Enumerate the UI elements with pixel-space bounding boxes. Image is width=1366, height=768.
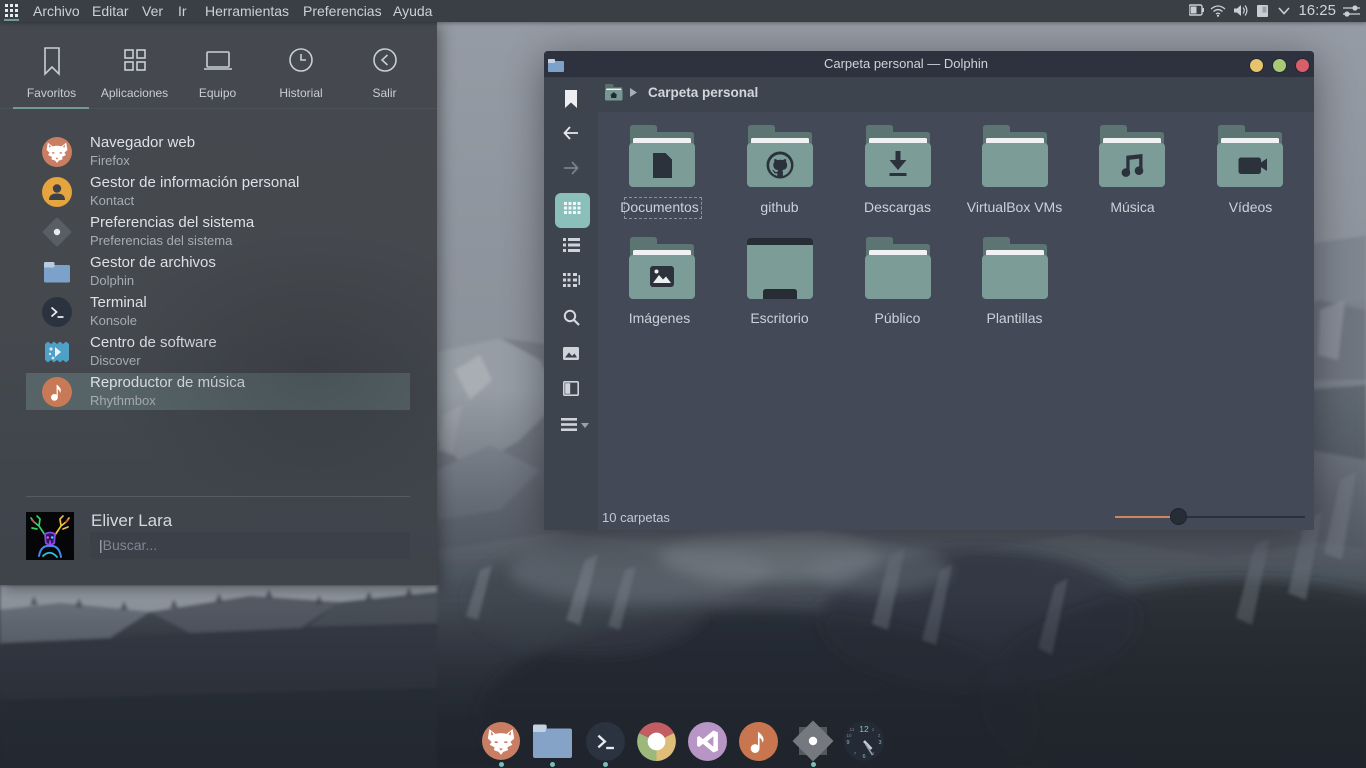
svg-text:6: 6 <box>862 754 865 760</box>
svg-text:10: 10 <box>846 733 852 738</box>
svg-text:12: 12 <box>859 724 869 734</box>
svg-text:9: 9 <box>846 740 849 746</box>
svg-text:11: 11 <box>850 727 855 732</box>
svg-text:3: 3 <box>878 740 881 746</box>
